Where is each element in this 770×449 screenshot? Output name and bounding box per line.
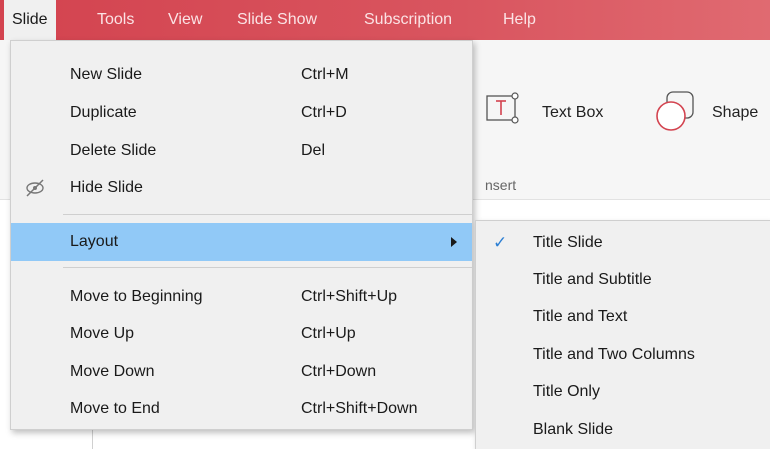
- layout-submenu: ✓ Title Slide Title and Subtitle Title a…: [475, 220, 770, 449]
- menu-item-label: Hide Slide: [70, 179, 143, 196]
- menu-help[interactable]: Help: [503, 0, 536, 40]
- menu-bar: Slide Tools View Slide Show Subscription…: [0, 0, 770, 40]
- menu-item-move-to-end[interactable]: Move to End Ctrl+Shift+Down: [11, 390, 472, 428]
- text-box-button[interactable]: Text Box: [484, 86, 604, 136]
- menu-item-move-up[interactable]: Move Up Ctrl+Up: [11, 315, 472, 353]
- menu-item-duplicate[interactable]: Duplicate Ctrl+D: [11, 94, 472, 132]
- shape-icon: [656, 91, 694, 131]
- layout-item-title-and-text[interactable]: Title and Text: [476, 298, 770, 335]
- menu-item-label: Move to End: [70, 400, 160, 417]
- layout-item-label: Title and Text: [533, 308, 628, 325]
- menu-item-hide-slide[interactable]: Hide Slide: [11, 169, 472, 207]
- layout-item-label: Title and Two Columns: [533, 346, 695, 363]
- layout-item-label: Title Slide: [533, 234, 603, 251]
- checkmark-icon: ✓: [493, 233, 508, 252]
- submenu-arrow-icon: [451, 237, 457, 247]
- menu-item-label: Layout: [70, 233, 119, 250]
- layout-item-title-and-subtitle[interactable]: Title and Subtitle: [476, 261, 770, 298]
- menu-separator: [63, 267, 472, 268]
- menu-item-shortcut: Del: [301, 142, 326, 159]
- menu-subscription[interactable]: Subscription: [364, 0, 452, 40]
- shape-button[interactable]: Shape: [653, 86, 770, 136]
- layout-item-title-only[interactable]: Title Only: [476, 373, 770, 410]
- layout-item-title-slide[interactable]: ✓ Title Slide: [476, 224, 770, 261]
- shape-label: Shape: [712, 104, 759, 121]
- menu-slide-show[interactable]: Slide Show: [237, 0, 317, 40]
- menu-item-new-slide[interactable]: New Slide Ctrl+M: [11, 56, 472, 94]
- menu-item-move-down[interactable]: Move Down Ctrl+Down: [11, 353, 472, 391]
- layout-item-label: Blank Slide: [533, 421, 614, 438]
- menu-item-shortcut: Ctrl+Shift+Up: [301, 288, 398, 305]
- menu-view[interactable]: View: [168, 0, 202, 40]
- menu-item-layout[interactable]: Layout: [11, 223, 472, 261]
- menu-item-shortcut: Ctrl+Up: [301, 325, 356, 342]
- menu-tools[interactable]: Tools: [97, 0, 134, 40]
- menu-item-label: Delete Slide: [70, 142, 157, 159]
- layout-item-label: Title and Subtitle: [533, 271, 652, 288]
- menu-item-label: Move Up: [70, 325, 135, 342]
- menu-item-shortcut: Ctrl+Down: [301, 363, 377, 380]
- menu-item-shortcut: Ctrl+D: [301, 104, 347, 121]
- layout-item-title-and-two-columns[interactable]: Title and Two Columns: [476, 336, 770, 373]
- text-box-icon: [486, 92, 519, 124]
- slide-menu: New Slide Ctrl+M Duplicate Ctrl+D Delete…: [10, 40, 473, 430]
- menu-item-label: Move to Beginning: [70, 288, 203, 305]
- menu-separator: [63, 214, 472, 215]
- hide-eye-icon: [23, 169, 47, 222]
- menu-item-delete-slide[interactable]: Delete Slide Del: [11, 132, 472, 170]
- menu-item-shortcut: Ctrl+M: [301, 66, 349, 83]
- text-box-label: Text Box: [542, 104, 604, 121]
- insert-group-label: nsert: [485, 177, 517, 193]
- layout-item-label: Title Only: [533, 383, 600, 400]
- menu-item-label: Move Down: [70, 363, 155, 380]
- layout-item-blank-slide[interactable]: Blank Slide: [476, 411, 770, 448]
- menu-item-shortcut: Ctrl+Shift+Down: [301, 400, 418, 417]
- menu-item-label: Duplicate: [70, 104, 137, 121]
- menu-slide[interactable]: Slide: [4, 0, 56, 40]
- menu-item-move-to-beginning[interactable]: Move to Beginning Ctrl+Shift+Up: [11, 278, 472, 316]
- menu-item-label: New Slide: [70, 66, 143, 83]
